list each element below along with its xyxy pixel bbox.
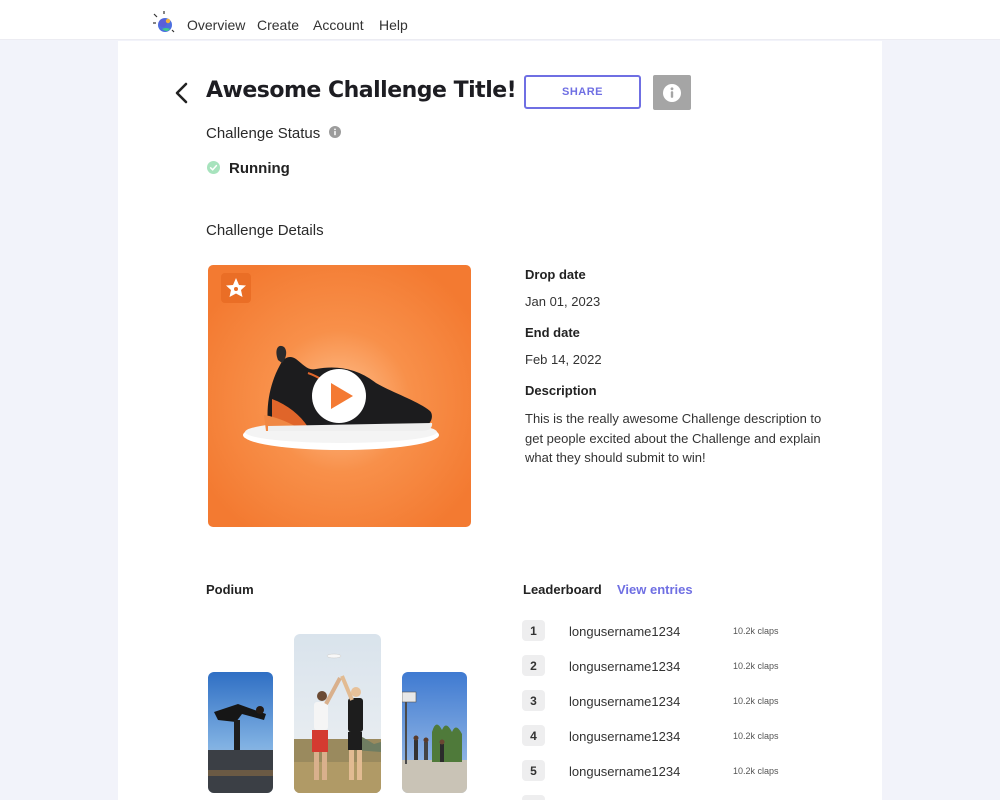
challenge-video-thumbnail[interactable]	[208, 265, 471, 527]
nav-help[interactable]: Help	[379, 17, 408, 33]
end-date-label: End date	[525, 325, 580, 340]
description-label: Description	[525, 383, 597, 398]
challenge-status-label: Challenge Status	[206, 125, 321, 142]
list-item[interactable]: 3 longusername1234 10.2k claps	[522, 690, 842, 714]
leaderboard-username: longusername1234	[569, 659, 681, 674]
podium-photo	[294, 634, 381, 793]
rank-badge: 3	[522, 690, 545, 711]
podium-photo	[402, 672, 467, 793]
drop-date-label: Drop date	[525, 267, 586, 282]
leaderboard-username: longusername1234	[569, 624, 681, 639]
podium-second-place[interactable]	[208, 672, 273, 793]
leaderboard-heading: Leaderboard	[523, 582, 602, 597]
leaderboard-username: longusername1234	[569, 694, 681, 709]
leaderboard-list: 1 longusername1234 10.2k claps 2 longuse…	[522, 620, 842, 800]
back-arrow-icon[interactable]	[172, 81, 192, 105]
page-title: Awesome Challenge Title!	[206, 78, 517, 103]
drop-date-value: Jan 01, 2023	[525, 294, 601, 309]
leaderboard-claps: 10.2k claps	[733, 766, 779, 776]
challenge-details-heading: Challenge Details	[206, 222, 324, 239]
view-entries-link[interactable]: View entries	[617, 582, 693, 597]
leaderboard-username: longusername1234	[569, 764, 681, 779]
end-date-value: Feb 14, 2022	[525, 352, 602, 367]
rank-badge: 1	[522, 620, 545, 641]
list-item[interactable]: 1 longusername1234 10.2k claps	[522, 620, 842, 644]
leaderboard-claps: 10.2k claps	[733, 626, 779, 636]
top-nav: Overview Create Account Help	[0, 0, 1000, 40]
nav-overview[interactable]: Overview	[187, 17, 245, 33]
nav-create[interactable]: Create	[257, 17, 299, 33]
podium-third-place[interactable]	[402, 672, 467, 793]
rank-badge: 2	[522, 655, 545, 676]
challenge-page: Awesome Challenge Title! SHARE Challenge…	[118, 41, 882, 800]
podium-first-place[interactable]	[294, 634, 381, 793]
podium-heading: Podium	[206, 582, 254, 597]
rank-badge: 5	[522, 760, 545, 781]
leaderboard-username: longusername1234	[569, 729, 681, 744]
share-button[interactable]: SHARE	[524, 75, 641, 109]
description-text: This is the really awesome Challenge des…	[525, 411, 822, 465]
rank-badge-partial	[522, 795, 545, 800]
leaderboard-claps: 10.2k claps	[733, 731, 779, 741]
leaderboard-claps: 10.2k claps	[733, 696, 779, 706]
rank-badge: 4	[522, 725, 545, 746]
list-item[interactable]: 5 longusername1234 10.2k claps	[522, 760, 842, 784]
nav-account[interactable]: Account	[313, 17, 364, 33]
sneaker-image	[208, 265, 471, 527]
status-check-icon	[207, 161, 220, 174]
podium-photo	[208, 672, 273, 793]
info-icon	[663, 83, 681, 102]
status-value: Running	[229, 160, 290, 177]
info-button[interactable]	[653, 75, 691, 110]
list-item[interactable]: 2 longusername1234 10.2k claps	[522, 655, 842, 679]
list-item[interactable]: 4 longusername1234 10.2k claps	[522, 725, 842, 749]
app-logo-icon[interactable]	[150, 10, 178, 38]
leaderboard-claps: 10.2k claps	[733, 661, 779, 671]
status-info-icon[interactable]	[329, 126, 341, 138]
